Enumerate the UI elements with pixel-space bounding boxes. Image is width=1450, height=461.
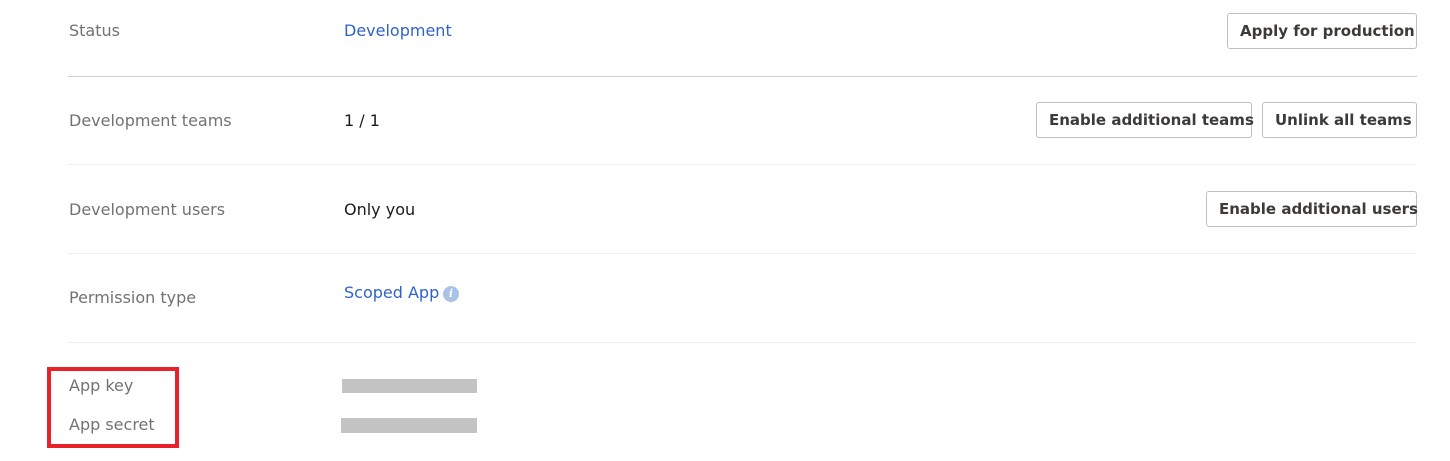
highlight-annotation-box: [47, 367, 179, 448]
development-users-value: Only you: [344, 200, 416, 219]
status-label: Status: [69, 21, 120, 40]
apply-for-production-button[interactable]: Apply for production: [1227, 13, 1417, 49]
status-row: Status Development Apply for production: [68, 0, 1417, 77]
status-value-link[interactable]: Development: [344, 21, 452, 40]
permission-type-label: Permission type: [69, 288, 197, 307]
development-users-label: Development users: [69, 200, 226, 219]
development-teams-label: Development teams: [69, 111, 232, 130]
permission-type-value-link[interactable]: Scoped App: [344, 283, 439, 302]
development-teams-row: Development teams 1 / 1 Enable additiona…: [68, 76, 1417, 165]
app-key-redacted-value: [342, 379, 477, 393]
development-teams-value: 1 / 1: [344, 111, 380, 130]
info-icon[interactable]: i: [443, 286, 459, 302]
permission-type-row: Permission type Scoped App i: [68, 254, 1417, 343]
app-secret-redacted-value: [341, 418, 477, 433]
enable-additional-users-button[interactable]: Enable additional users: [1206, 191, 1418, 227]
enable-additional-teams-button[interactable]: Enable additional teams: [1036, 102, 1254, 138]
development-users-row: Development users Only you Enable additi…: [68, 165, 1418, 254]
unlink-all-teams-button[interactable]: Unlink all teams: [1262, 102, 1417, 138]
